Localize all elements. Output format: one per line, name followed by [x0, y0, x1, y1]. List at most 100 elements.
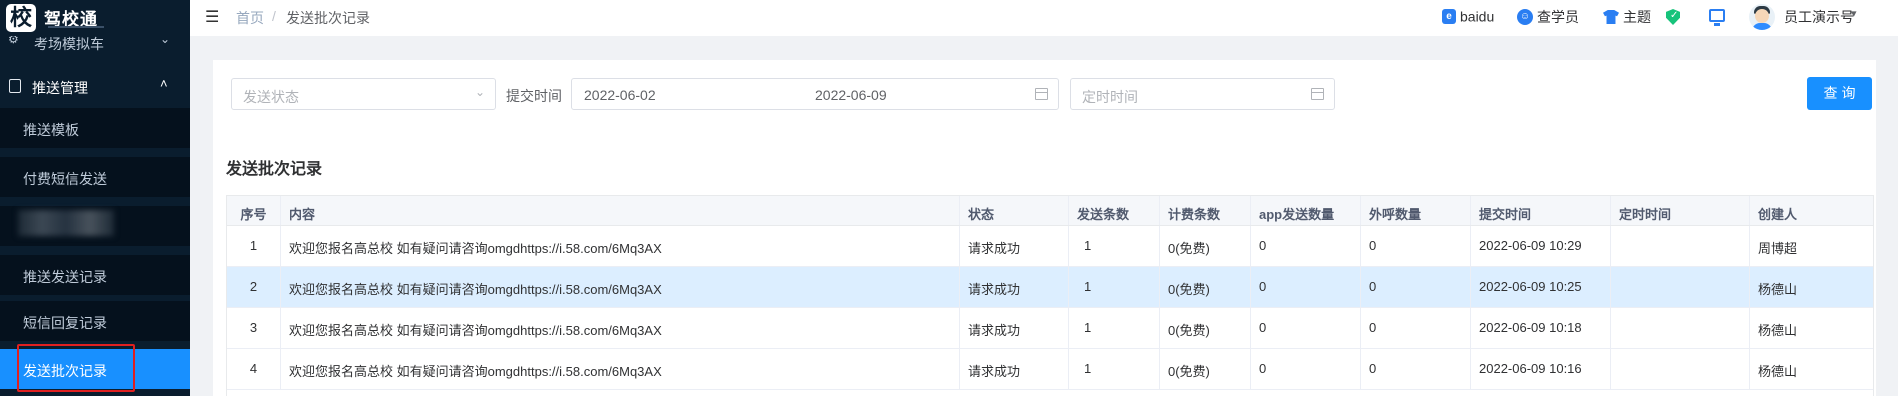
- logo-mark: 校: [6, 4, 36, 32]
- cell-sent-count-link[interactable]: 1: [1069, 349, 1160, 389]
- sidebar-item-label: 推送发送记录: [23, 269, 107, 285]
- sidebar-item-sms-replies[interactable]: 短信回复记录: [0, 301, 190, 341]
- sidebar-item-label: 付费短信发送: [23, 171, 107, 187]
- cell-scheduled-time: [1611, 308, 1750, 348]
- table-row[interactable]: 1 欢迎您报名高总校 如有疑问请咨询omgdhttps://i.58.com/6…: [227, 226, 1873, 267]
- chevron-down-icon: ⌄: [474, 85, 485, 99]
- redacted-blur: [18, 210, 114, 236]
- cell-app-count: 0: [1251, 349, 1361, 389]
- cell-creator: 杨德山: [1758, 323, 1798, 338]
- user-avatar[interactable]: [1749, 4, 1775, 30]
- search-student-link[interactable]: ☺ 查学员: [1517, 7, 1579, 27]
- cell-scheduled-time: [1611, 267, 1750, 307]
- sidebar: ⚙ 考场模拟车 ⌄ 校 驾校通 推送管理 ˄ 推送模板 付费短信发送 推送发送记…: [0, 0, 190, 396]
- cell-call-count: 0: [1361, 226, 1471, 266]
- sidebar-item-batch-records[interactable]: 发送批次记录: [0, 349, 190, 389]
- baidu-label: baidu: [1460, 8, 1495, 25]
- baidu-link[interactable]: e baidu: [1442, 7, 1494, 27]
- table-row[interactable]: 3 欢迎您报名高总校 如有疑问请咨询omgdhttps://i.58.com/6…: [227, 308, 1873, 349]
- cell-submit-time: 2022-06-09 10:18: [1471, 308, 1611, 348]
- breadcrumb-current: 发送批次记录: [286, 10, 370, 26]
- scheduled-time-picker[interactable]: 定时时间: [1070, 78, 1335, 110]
- cell-status: 请求成功: [960, 308, 1069, 348]
- cell-submit-time: 2022-06-09 10:29: [1471, 226, 1611, 266]
- cell-sent-count-link[interactable]: 1: [1069, 267, 1160, 307]
- sidebar-item-label: 短信回复记录: [23, 315, 107, 331]
- theme-shirt-icon: [1603, 10, 1619, 24]
- cell-submit-time: 2022-06-09 10:16: [1471, 349, 1611, 389]
- submit-date-range-picker[interactable]: 2022-06-02 → 2022-06-09: [571, 78, 1163, 110]
- cell-app-count: 0: [1251, 267, 1361, 307]
- cell-status: 请求成功: [960, 267, 1069, 307]
- calendar-icon: [1311, 88, 1324, 100]
- sidebar-item-label: 发送批次记录: [23, 363, 107, 379]
- sidebar-group-push-management[interactable]: 推送管理 ˄: [0, 70, 190, 104]
- query-button[interactable]: 查询: [1807, 77, 1872, 110]
- breadcrumb-home[interactable]: 首页: [236, 8, 264, 28]
- cell-app-count: 0: [1251, 226, 1361, 266]
- document-icon: [9, 79, 21, 93]
- logo-tagline-bar: [48, 26, 104, 28]
- sidebar-item-push-records[interactable]: 推送发送记录: [0, 255, 190, 295]
- cell-call-count: 0: [1361, 267, 1471, 307]
- cell-creator: 杨德山: [1758, 282, 1798, 297]
- section-title: 发送批次记录: [226, 161, 323, 178]
- search-student-icon: ☺: [1517, 9, 1533, 25]
- cell-no: 1: [227, 226, 281, 266]
- cell-call-count: 0: [1361, 349, 1471, 389]
- main-panel: 发送状态 ⌄ 提交时间 2022-06-02 → 2022-06-09 定时时间…: [213, 60, 1876, 396]
- menu-toggle-icon[interactable]: ☰: [205, 7, 219, 27]
- theme-link[interactable]: 主题: [1603, 7, 1651, 27]
- cell-no: 2: [227, 267, 281, 307]
- theme-label: 主题: [1623, 9, 1651, 25]
- cell-billed: 0(免费): [1160, 267, 1251, 307]
- calendar-icon: [1035, 88, 1048, 100]
- cell-content: 欢迎您报名高总校 如有疑问请咨询omgdhttps://i.58.com/6Mq…: [281, 308, 960, 348]
- cell-sent-count-link[interactable]: 1: [1069, 308, 1160, 348]
- sidebar-group-label: 推送管理: [32, 80, 88, 96]
- cell-submit-time: 2022-06-09 10:25: [1471, 267, 1611, 307]
- breadcrumb-separator: /: [272, 8, 276, 24]
- column-header: 发送条数: [1069, 196, 1160, 225]
- cell-no: 3: [227, 308, 281, 348]
- submit-time-label: 提交时间: [506, 88, 562, 104]
- cell-app-count: 0: [1251, 308, 1361, 348]
- monitor-icon[interactable]: [1709, 9, 1725, 26]
- cell-creator: 杨德山: [1758, 364, 1798, 379]
- batch-records-table: 序号 内容 状态 发送条数 计费条数 app发送数量 外呼数量 提交时间 定时时…: [226, 195, 1874, 396]
- user-name[interactable]: 员工演示号: [1784, 7, 1854, 27]
- send-status-select[interactable]: 发送状态 ⌄: [231, 78, 496, 110]
- cell-content: 欢迎您报名高总校 如有疑问请咨询omgdhttps://i.58.com/6Mq…: [281, 267, 960, 307]
- cell-no: 4: [227, 349, 281, 389]
- column-header: app发送数量: [1251, 196, 1361, 225]
- column-header: 提交时间: [1471, 196, 1611, 225]
- cell-sent-count-link[interactable]: 1: [1069, 226, 1160, 266]
- top-header: ☰ 首页 / 发送批次记录 e baidu ☺ 查学员 主题 ✓ 员工演示号 ▾: [190, 0, 1898, 36]
- shield-check-icon[interactable]: ✓: [1666, 9, 1680, 25]
- date-end[interactable]: 2022-06-09: [815, 87, 887, 103]
- scheduled-time-placeholder: 定时时间: [1082, 89, 1138, 105]
- column-header: 计费条数: [1160, 196, 1251, 225]
- sidebar-item-push-template[interactable]: 推送模板: [0, 108, 190, 148]
- cell-content: 欢迎您报名高总校 如有疑问请咨询omgdhttps://i.58.com/6Mq…: [281, 226, 960, 266]
- cell-scheduled-time: [1611, 226, 1750, 266]
- cell-creator: 周博超: [1758, 241, 1798, 256]
- baidu-icon: e: [1442, 8, 1456, 24]
- cell-scheduled-time: [1611, 349, 1750, 389]
- column-header: 定时时间: [1611, 196, 1750, 225]
- table-row[interactable]: 2 欢迎您报名高总校 如有疑问请咨询omgdhttps://i.58.com/6…: [227, 267, 1873, 308]
- cell-call-count: 0: [1361, 308, 1471, 348]
- chevron-down-icon[interactable]: ▾: [1851, 7, 1857, 20]
- table-header-row: 序号 内容 状态 发送条数 计费条数 app发送数量 外呼数量 提交时间 定时时…: [227, 196, 1873, 226]
- table-row[interactable]: 4 欢迎您报名高总校 如有疑问请咨询omgdhttps://i.58.com/6…: [227, 349, 1873, 390]
- send-status-placeholder: 发送状态: [243, 89, 299, 105]
- cell-billed: 0(免费): [1160, 308, 1251, 348]
- cell-status: 请求成功: [960, 226, 1069, 266]
- column-header: 序号: [227, 196, 281, 225]
- sidebar-item-paid-sms[interactable]: 付费短信发送: [0, 157, 190, 197]
- cell-billed: 0(免费): [1160, 226, 1251, 266]
- column-header: 创建人: [1758, 207, 1798, 222]
- cell-content: 欢迎您报名高总校 如有疑问请咨询omgdhttps://i.58.com/6Mq…: [281, 349, 960, 389]
- date-start[interactable]: 2022-06-02: [584, 87, 656, 103]
- cell-status: 请求成功: [960, 349, 1069, 389]
